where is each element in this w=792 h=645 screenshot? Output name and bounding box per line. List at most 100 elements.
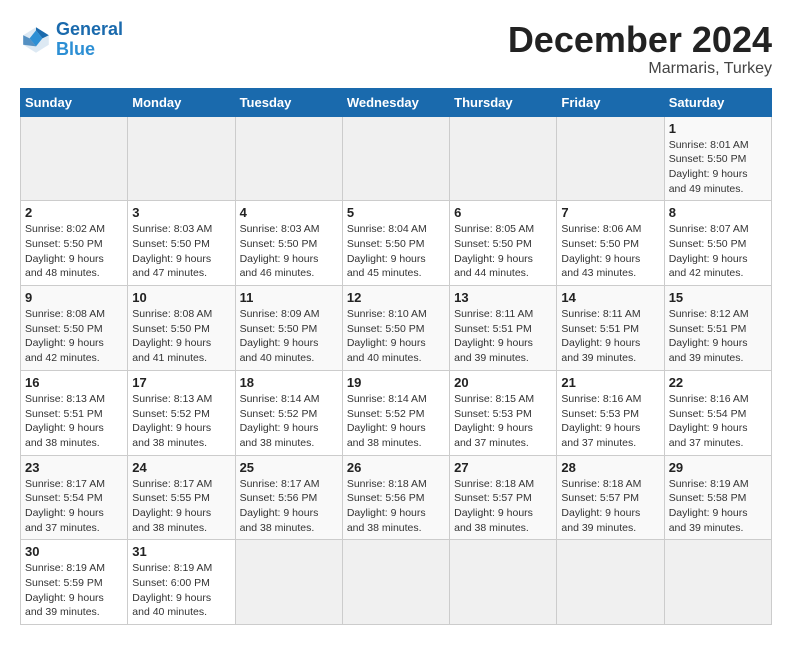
day-info: Sunrise: 8:17 AM Sunset: 5:56 PM Dayligh… (240, 477, 338, 536)
calendar-week-row: 16 Sunrise: 8:13 AM Sunset: 5:51 PM Dayli… (21, 370, 772, 455)
day-number: 1 (669, 121, 767, 136)
header: General Blue December 2024 Marmaris, Tur… (20, 20, 772, 78)
day-info: Sunrise: 8:13 AM Sunset: 5:51 PM Dayligh… (25, 392, 123, 451)
table-row: 19Sunrise: 8:14 AM Sunset: 5:52 PM Dayli… (342, 370, 449, 455)
day-number: 14 (561, 290, 659, 305)
day-number: 2 (25, 205, 123, 220)
calendar-week-row: 23 Sunrise: 8:17 AM Sunset: 5:54 PM Dayli… (21, 455, 772, 540)
day-info: Sunrise: 8:17 AM Sunset: 5:54 PM Dayligh… (25, 477, 123, 536)
day-number: 19 (347, 375, 445, 390)
table-row: 13 Sunrise: 8:11 AM Sunset: 5:51 PM Dayli… (450, 286, 557, 371)
table-row: 16 Sunrise: 8:13 AM Sunset: 5:51 PM Dayli… (21, 370, 128, 455)
table-row (21, 116, 128, 201)
day-info: Sunrise: 8:16 AM Sunset: 5:53 PM Dayligh… (561, 392, 659, 451)
table-row: 7 Sunrise: 8:06 AM Sunset: 5:50 PM Daylig… (557, 201, 664, 286)
day-info: Sunrise: 8:19 AM Sunset: 5:58 PM Dayligh… (669, 477, 767, 536)
day-number: 13 (454, 290, 552, 305)
day-number: 11 (240, 290, 338, 305)
table-row: 11Sunrise: 8:09 AM Sunset: 5:50 PM Dayli… (235, 286, 342, 371)
day-number: 7 (561, 205, 659, 220)
table-row (450, 116, 557, 201)
location-title: Marmaris, Turkey (508, 60, 772, 78)
day-info: Sunrise: 8:13 AM Sunset: 5:52 PM Dayligh… (132, 392, 230, 451)
day-info: Sunrise: 8:03 AM Sunset: 5:50 PM Dayligh… (240, 222, 338, 281)
col-friday: Friday (557, 88, 664, 116)
day-info: Sunrise: 8:11 AM Sunset: 5:51 PM Dayligh… (454, 307, 552, 366)
calendar-week-row: 9 Sunrise: 8:08 AM Sunset: 5:50 PM Daylig… (21, 286, 772, 371)
day-info: Sunrise: 8:18 AM Sunset: 5:57 PM Dayligh… (561, 477, 659, 536)
col-saturday: Saturday (664, 88, 771, 116)
table-row: 17 Sunrise: 8:13 AM Sunset: 5:52 PM Dayli… (128, 370, 235, 455)
day-number: 24 (132, 460, 230, 475)
day-number: 4 (240, 205, 338, 220)
day-info: Sunrise: 8:16 AM Sunset: 5:54 PM Dayligh… (669, 392, 767, 451)
table-row: 24Sunrise: 8:17 AM Sunset: 5:55 PM Dayli… (128, 455, 235, 540)
calendar-table: Sunday Monday Tuesday Wednesday Thursday… (20, 88, 772, 626)
day-number: 6 (454, 205, 552, 220)
table-row: 15Sunrise: 8:12 AM Sunset: 5:51 PM Dayli… (664, 286, 771, 371)
col-monday: Monday (128, 88, 235, 116)
day-number: 9 (25, 290, 123, 305)
day-info: Sunrise: 8:11 AM Sunset: 5:51 PM Dayligh… (561, 307, 659, 366)
table-row (557, 116, 664, 201)
table-row: 9 Sunrise: 8:08 AM Sunset: 5:50 PM Daylig… (21, 286, 128, 371)
day-info: Sunrise: 8:19 AM Sunset: 6:00 PM Dayligh… (132, 561, 230, 620)
day-info: Sunrise: 8:07 AM Sunset: 5:50 PM Dayligh… (669, 222, 767, 281)
day-info: Sunrise: 8:01 AM Sunset: 5:50 PM Dayligh… (669, 138, 767, 197)
day-number: 30 (25, 544, 123, 559)
day-number: 25 (240, 460, 338, 475)
day-info: Sunrise: 8:18 AM Sunset: 5:57 PM Dayligh… (454, 477, 552, 536)
day-info: Sunrise: 8:19 AM Sunset: 5:59 PM Dayligh… (25, 561, 123, 620)
day-info: Sunrise: 8:02 AM Sunset: 5:50 PM Dayligh… (25, 222, 123, 281)
table-row: 22Sunrise: 8:16 AM Sunset: 5:54 PM Dayli… (664, 370, 771, 455)
day-number: 21 (561, 375, 659, 390)
table-row: 5 Sunrise: 8:04 AM Sunset: 5:50 PM Daylig… (342, 201, 449, 286)
logo-line2: Blue (56, 39, 95, 59)
logo-text: General Blue (56, 20, 123, 60)
day-number: 12 (347, 290, 445, 305)
day-number: 5 (347, 205, 445, 220)
day-number: 17 (132, 375, 230, 390)
day-number: 20 (454, 375, 552, 390)
table-row: 18Sunrise: 8:14 AM Sunset: 5:52 PM Dayli… (235, 370, 342, 455)
day-number: 27 (454, 460, 552, 475)
table-row: 10 Sunrise: 8:08 AM Sunset: 5:50 PM Dayli… (128, 286, 235, 371)
day-number: 29 (669, 460, 767, 475)
day-number: 3 (132, 205, 230, 220)
table-row: 12Sunrise: 8:10 AM Sunset: 5:50 PM Dayli… (342, 286, 449, 371)
col-thursday: Thursday (450, 88, 557, 116)
table-row: 23 Sunrise: 8:17 AM Sunset: 5:54 PM Dayli… (21, 455, 128, 540)
calendar-week-row: 2 Sunrise: 8:02 AM Sunset: 5:50 PM Daylig… (21, 201, 772, 286)
table-row: 27 Sunrise: 8:18 AM Sunset: 5:57 PM Dayli… (450, 455, 557, 540)
day-number: 26 (347, 460, 445, 475)
day-number: 31 (132, 544, 230, 559)
table-row: 26 Sunrise: 8:18 AM Sunset: 5:56 PM Dayli… (342, 455, 449, 540)
day-info: Sunrise: 8:08 AM Sunset: 5:50 PM Dayligh… (25, 307, 123, 366)
day-number: 10 (132, 290, 230, 305)
logo: General Blue (20, 20, 123, 60)
calendar-week-row: 1 Sunrise: 8:01 AM Sunset: 5:50 PM Daylig… (21, 116, 772, 201)
table-row: 28Sunrise: 8:18 AM Sunset: 5:57 PM Dayli… (557, 455, 664, 540)
day-info: Sunrise: 8:06 AM Sunset: 5:50 PM Dayligh… (561, 222, 659, 281)
day-info: Sunrise: 8:08 AM Sunset: 5:50 PM Dayligh… (132, 307, 230, 366)
table-row: 29 Sunrise: 8:19 AM Sunset: 5:58 PM Dayli… (664, 455, 771, 540)
table-row: 4 Sunrise: 8:03 AM Sunset: 5:50 PM Daylig… (235, 201, 342, 286)
table-row: 25 Sunrise: 8:17 AM Sunset: 5:56 PM Dayli… (235, 455, 342, 540)
day-info: Sunrise: 8:18 AM Sunset: 5:56 PM Dayligh… (347, 477, 445, 536)
table-row: 8Sunrise: 8:07 AM Sunset: 5:50 PM Daylig… (664, 201, 771, 286)
table-row (235, 116, 342, 201)
logo-line1: General (56, 19, 123, 39)
day-info: Sunrise: 8:12 AM Sunset: 5:51 PM Dayligh… (669, 307, 767, 366)
calendar-header-row: Sunday Monday Tuesday Wednesday Thursday… (21, 88, 772, 116)
table-row: 14 Sunrise: 8:11 AM Sunset: 5:51 PM Dayli… (557, 286, 664, 371)
day-number: 16 (25, 375, 123, 390)
col-wednesday: Wednesday (342, 88, 449, 116)
table-row: 1 Sunrise: 8:01 AM Sunset: 5:50 PM Daylig… (664, 116, 771, 201)
col-sunday: Sunday (21, 88, 128, 116)
day-info: Sunrise: 8:15 AM Sunset: 5:53 PM Dayligh… (454, 392, 552, 451)
day-number: 23 (25, 460, 123, 475)
table-row (128, 116, 235, 201)
calendar-body: 1 Sunrise: 8:01 AM Sunset: 5:50 PM Daylig… (21, 116, 772, 625)
day-info: Sunrise: 8:04 AM Sunset: 5:50 PM Dayligh… (347, 222, 445, 281)
table-row: 20 Sunrise: 8:15 AM Sunset: 5:53 PM Dayli… (450, 370, 557, 455)
